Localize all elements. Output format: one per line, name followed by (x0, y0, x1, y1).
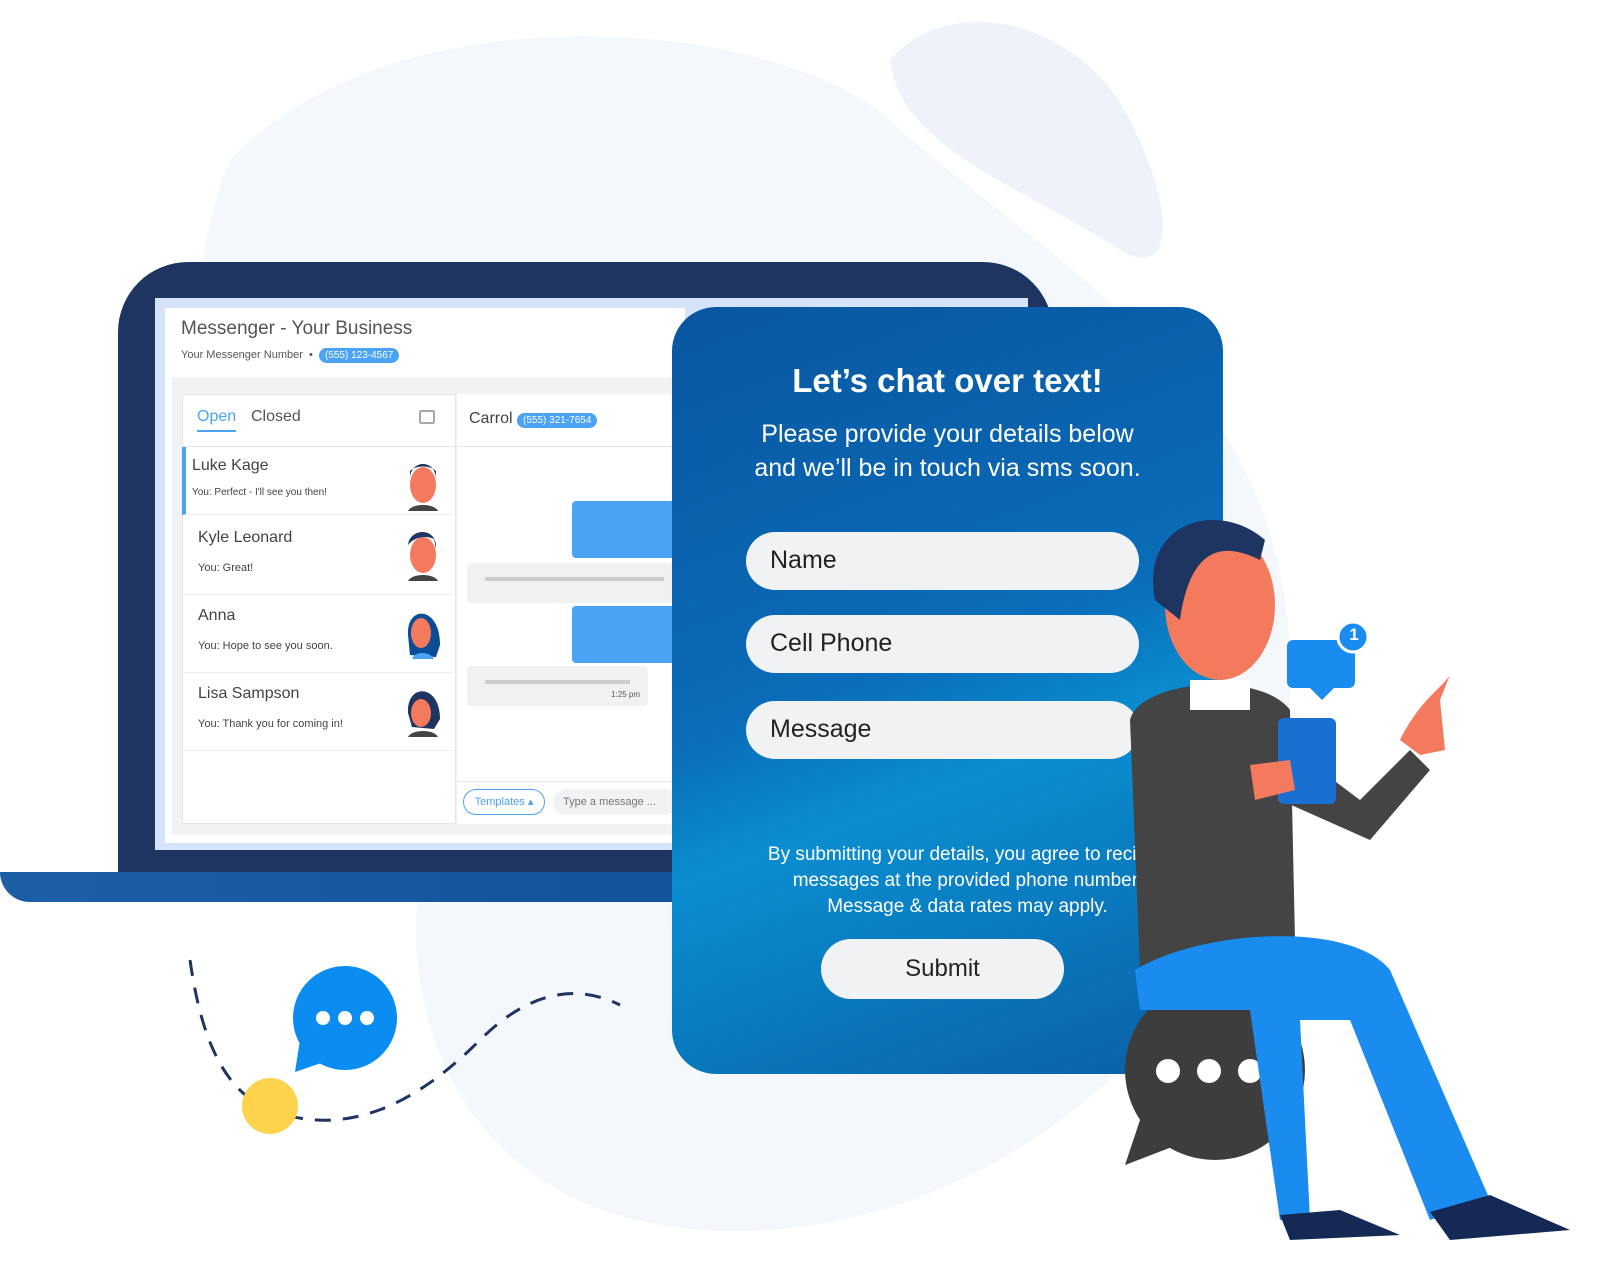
submit-button[interactable]: Submit (821, 939, 1064, 999)
notification-badge: 1 (1349, 625, 1359, 644)
avatar (407, 613, 440, 659)
message-preview: You: Hope to see you soon. (198, 640, 333, 652)
name-field[interactable]: Name (746, 532, 1139, 590)
form-title: Let’s chat over text! (792, 362, 1103, 399)
number-label: Your Messenger Number (181, 349, 303, 361)
message-preview: You: Perfect - I'll see you then! (192, 487, 327, 498)
conversation-item[interactable]: Luke Kage You: Perfect - I'll see you the… (182, 447, 454, 515)
yellow-dot (242, 1078, 298, 1134)
received-message: 1:25 pm (467, 666, 648, 706)
app-title: Messenger - Your Business (181, 318, 413, 339)
conversation-item[interactable]: Anna You: Hope to see you soon. (184, 595, 454, 673)
subtitle-line: Please provide your details below (761, 420, 1134, 448)
contact-phone-badge: (555) 321-7654 (517, 413, 598, 428)
message-preview: You: Thank you for coming in! (198, 718, 343, 730)
avatar (408, 531, 438, 581)
conversation-item[interactable]: Lisa Sampson You: Thank you for coming in… (184, 673, 454, 751)
contact-name: Kyle Leonard (198, 529, 293, 546)
message-input[interactable] (553, 789, 678, 815)
form-subtitle: Please provide your details below and we’… (672, 417, 1223, 485)
person-illustration (1125, 520, 1570, 1240)
messenger-number-row: Your Messenger Number • (555) 123-4567 (181, 348, 400, 363)
tab-open[interactable]: Open (197, 408, 237, 432)
subtitle-line: and we’ll be in touch via sms soon. (754, 454, 1141, 482)
contact-name: Carrol (469, 410, 513, 427)
number-badge: (555) 123-4567 (318, 348, 400, 363)
edit-icon[interactable] (419, 410, 435, 424)
sent-message (572, 606, 682, 663)
chat-header: Carrol (555) 321-7654 (469, 410, 598, 428)
cell-phone-field[interactable]: Cell Phone (746, 615, 1139, 673)
divider (457, 446, 682, 447)
received-message (467, 563, 682, 603)
message-time: 1:25 pm (611, 690, 640, 699)
avatar (408, 464, 438, 511)
message-field[interactable]: Message (746, 701, 1139, 759)
contact-name: Anna (198, 607, 236, 624)
divider (457, 781, 682, 782)
conversation-item[interactable]: Kyle Leonard You: Great! (184, 517, 454, 595)
contact-name: Luke Kage (192, 457, 269, 474)
typing-bubble-icon (293, 966, 397, 1072)
tab-closed[interactable]: Closed (251, 408, 301, 426)
templates-button[interactable]: Templates ▴ (463, 789, 545, 815)
contact-name: Lisa Sampson (198, 685, 300, 702)
avatar (407, 691, 440, 737)
sent-message (572, 501, 682, 558)
message-preview: You: Great! (198, 562, 254, 574)
